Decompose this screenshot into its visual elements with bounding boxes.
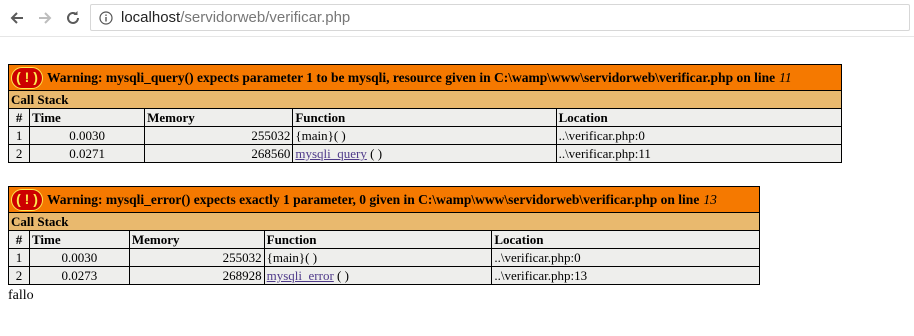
table-row: 2 0.0273 268928 mysqli_error ( ) ..\veri… — [8, 266, 760, 285]
function-args: ( ) — [333, 268, 349, 283]
cell-number: 1 — [7, 126, 31, 145]
xdebug-error-table: ( ! ) Warning: mysqli_error() expects ex… — [8, 186, 760, 285]
warning-message: : mysqli_error() expects exactly 1 param… — [98, 192, 700, 207]
warning-row: ( ! ) Warning: mysqli_error() expects ex… — [8, 186, 760, 213]
cell-location: ..\verificar.php:13 — [491, 266, 760, 285]
cell-memory: 268928 — [128, 266, 265, 285]
cell-memory: 255032 — [144, 126, 294, 145]
call-stack-title: Call Stack — [8, 90, 842, 109]
cell-memory: 268560 — [144, 144, 294, 163]
url-path: /servidorweb/verificar.php — [180, 9, 351, 26]
xdebug-error-table: ( ! ) Warning: mysqli_query() expects pa… — [7, 64, 843, 163]
cell-time: 0.0030 — [28, 248, 130, 267]
function-args: ( ) — [333, 128, 346, 143]
col-header-location: Location — [555, 108, 843, 127]
warning-icon: ( ! ) — [11, 188, 43, 211]
warning-line-number: 11 — [779, 70, 792, 85]
function-args: ( ) — [305, 250, 318, 265]
warning-label: Warning — [47, 70, 99, 85]
col-header-memory: Memory — [144, 108, 294, 127]
warning-icon: ( ! ) — [11, 66, 43, 89]
cell-location: ..\verificar.php:0 — [491, 248, 760, 267]
cell-time: 0.0030 — [29, 126, 146, 145]
call-stack-title: Call Stack — [8, 212, 760, 231]
function-doc-link[interactable]: mysqli_error — [267, 268, 334, 283]
function-name: {main} — [295, 128, 334, 143]
warning-message: : mysqli_query() expects parameter 1 to … — [98, 70, 776, 85]
col-header-number: # — [7, 108, 31, 127]
col-header-function: Function — [263, 230, 493, 249]
table-row: 1 0.0030 255032 {main}( ) ..\verificar.p… — [8, 248, 760, 267]
col-header-time: Time — [28, 230, 130, 249]
address-bar[interactable]: localhost/servidorweb/verificar.php — [90, 4, 910, 31]
cell-function: mysqli_error ( ) — [263, 266, 493, 285]
table-row: 1 0.0030 255032 {main}( ) ..\verificar.p… — [7, 126, 843, 145]
warning-row: ( ! ) Warning: mysqli_query() expects pa… — [8, 64, 842, 91]
col-header-memory: Memory — [128, 230, 265, 249]
cell-number: 2 — [7, 144, 31, 163]
url-host: localhost — [121, 9, 181, 26]
function-doc-link[interactable]: mysqli_query — [295, 146, 367, 161]
cell-time: 0.0271 — [29, 144, 146, 163]
arrow-right-icon — [39, 12, 52, 24]
cell-time: 0.0273 — [28, 266, 130, 285]
function-name: {main} — [266, 250, 306, 265]
cell-location: ..\verificar.php:0 — [555, 126, 843, 145]
cell-function: mysqli_query ( ) — [292, 144, 557, 163]
column-headers: # Time Memory Function Location — [8, 230, 760, 249]
col-header-function: Function — [292, 108, 557, 127]
table-row: 2 0.0271 268560 mysqli_query ( ) ..\veri… — [7, 144, 843, 163]
cell-number: 2 — [8, 266, 30, 285]
arrow-left-icon — [10, 12, 23, 24]
function-args: ( ) — [366, 146, 383, 161]
back-button[interactable] — [6, 7, 28, 29]
warning-line-number: 13 — [703, 192, 717, 207]
reload-icon — [67, 11, 79, 24]
cell-number: 1 — [8, 248, 30, 267]
cell-memory: 255032 — [128, 248, 265, 267]
col-header-time: Time — [29, 108, 146, 127]
browser-toolbar: localhost/servidorweb/verificar.php — [0, 0, 914, 37]
cell-location: ..\verificar.php:11 — [555, 144, 843, 163]
reload-button[interactable] — [62, 7, 84, 29]
cell-function: {main}( ) — [263, 248, 493, 267]
info-icon[interactable] — [99, 10, 113, 25]
output-text: fallo — [8, 288, 34, 303]
column-headers: # Time Memory Function Location — [7, 108, 843, 127]
cell-function: {main}( ) — [292, 126, 557, 145]
forward-button[interactable] — [34, 7, 56, 29]
col-header-location: Location — [491, 230, 760, 249]
warning-label: Warning — [47, 192, 99, 207]
col-header-number: # — [8, 230, 30, 249]
